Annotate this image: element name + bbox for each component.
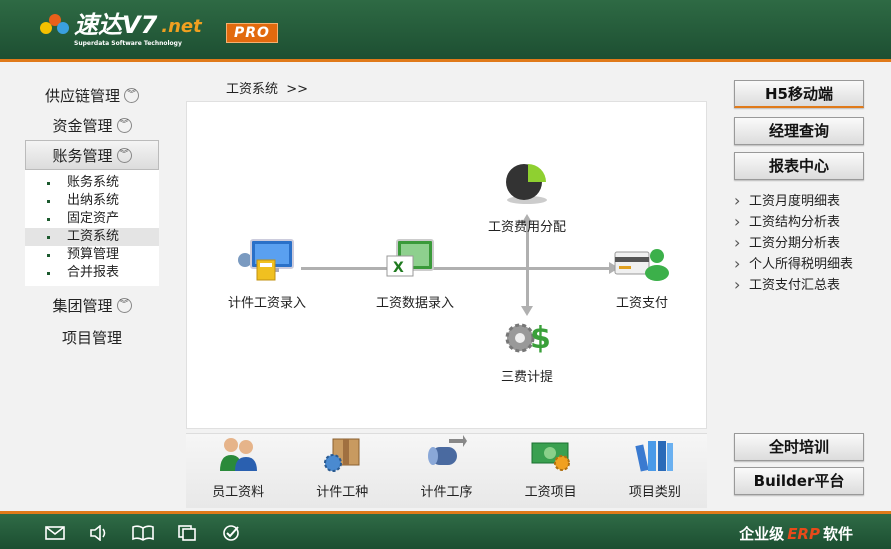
card-user-icon (614, 249, 669, 281)
h5-mobile-button[interactable]: H5移动端 (734, 80, 864, 108)
salary-payment-node[interactable]: 工资支付 (607, 242, 677, 311)
breadcrumb: 工资系统 >> (226, 82, 309, 97)
sidebar-item-label: 集团管理 (52, 296, 113, 315)
check-circle-icon[interactable] (220, 524, 242, 542)
logo-text: 速达V7 (74, 11, 158, 39)
chevron-down-icon: ︾ (124, 87, 139, 103)
sidebar-item-label: 项目管理 (61, 328, 122, 347)
mail-icon[interactable] (44, 524, 66, 542)
node-label: 工资支付 (615, 296, 668, 311)
report-list: 工资月度明细表 工资结构分析表 工资分期分析表 个人所得税明细表 工资支付汇总表 (734, 190, 853, 296)
gear-dollar-icon: $ (505, 321, 551, 356)
item-category-button[interactable]: 项目类别 (610, 435, 700, 500)
logo-net: .net (161, 16, 202, 37)
box-gear-icon (324, 438, 360, 472)
logo-subtitle: Superdata Software Technology (74, 40, 182, 47)
pipe-arrow-icon (428, 435, 468, 465)
expense-allocation-node[interactable]: 工资费用分配 (475, 160, 579, 235)
node-label: 三费计提 (500, 370, 553, 385)
sidebar-item-project[interactable]: 项目管理 (25, 322, 159, 352)
submenu-item-label: 账务系统 (67, 175, 120, 190)
chevron-down-icon: ︾ (116, 147, 132, 163)
submenu-item-label: 出纳系统 (67, 193, 120, 208)
salary-item-button[interactable]: 工资项目 (506, 435, 596, 500)
brand-prefix: 企业级 (739, 525, 785, 543)
sidebar-item-label: 供应链管理 (44, 86, 120, 105)
manager-query-button[interactable]: 经理查询 (734, 117, 864, 145)
chevron-down-icon: ︾ (116, 117, 132, 133)
accounting-submenu: 账务系统 出纳系统 固定资产 工资系统 预算管理 合并报表 (25, 170, 159, 286)
brand-suffix: 软件 (822, 525, 853, 543)
left-sidebar: 供应链管理 ︾ 资金管理 ︾ 账务管理 ︾ 账务系统 出纳系统 固定资产 工资系… (25, 80, 159, 352)
report-link-payment-summary[interactable]: 工资支付汇总表 (734, 274, 853, 296)
payroll-toolbar: 员工资料 计件工种 计件工序 工资项目 项目类别 (186, 433, 707, 508)
node-label: 工资费用分配 (487, 220, 566, 235)
report-link-monthly-detail[interactable]: 工资月度明细表 (734, 190, 853, 212)
pro-badge: PRO (226, 23, 278, 43)
footer-brand: 企业级 ERP 软件 (739, 523, 853, 544)
excel-monitor-icon: X (386, 239, 434, 277)
three-fees-node[interactable]: $ 三费计提 (483, 316, 571, 385)
report-link-period-analysis[interactable]: 工资分期分析表 (734, 232, 853, 254)
brand-logo: 速达V7 .net Superdata Software Technology (40, 11, 202, 47)
submenu-item-consolidated[interactable]: 合并报表 (25, 264, 159, 282)
brand-erp: ERP (787, 525, 820, 543)
pie-chart-icon (506, 164, 547, 204)
submenu-item-label: 固定资产 (67, 211, 120, 226)
svg-text:$: $ (530, 321, 551, 356)
money-gear-icon (531, 442, 570, 471)
submenu-item-fixed-assets[interactable]: 固定资产 (25, 210, 159, 228)
book-icon[interactable] (132, 524, 154, 542)
tool-label: 计件工序 (420, 485, 473, 500)
chevron-down-icon: ︾ (116, 297, 132, 313)
sidebar-item-label: 资金管理 (52, 116, 113, 135)
salary-data-entry-node[interactable]: X 工资数据录入 (365, 238, 465, 311)
node-label: 工资数据录入 (375, 296, 454, 311)
computer-calculator-icon (238, 239, 294, 281)
piecework-type-button[interactable]: 计件工种 (297, 435, 387, 500)
speaker-icon[interactable] (88, 524, 110, 542)
submenu-item-label: 合并报表 (67, 265, 120, 280)
app-header: 速达V7 .net Superdata Software Technology … (0, 0, 891, 62)
sidebar-item-accounting[interactable]: 账务管理 ︾ (25, 140, 159, 170)
submenu-item-budget[interactable]: 预算管理 (25, 246, 159, 264)
report-link-income-tax-detail[interactable]: 个人所得税明细表 (734, 253, 853, 275)
piecework-entry-node[interactable]: 计件工资录入 (217, 238, 317, 311)
users-icon (220, 438, 258, 471)
employee-info-button[interactable]: 员工资料 (193, 435, 283, 500)
books-icon (635, 441, 673, 472)
builder-platform-button[interactable]: Builder平台 (734, 467, 864, 495)
payroll-flow-panel: 计件工资录入 X 工资数据录入 工资费用分配 $ 三费计提 工资支付 (186, 101, 707, 429)
sidebar-item-group[interactable]: 集团管理 ︾ (25, 290, 159, 320)
submenu-item-payroll[interactable]: 工资系统 (25, 228, 159, 246)
submenu-item-accounting-system[interactable]: 账务系统 (25, 174, 159, 192)
flow-arrow-down (521, 306, 533, 316)
submenu-item-cashier[interactable]: 出纳系统 (25, 192, 159, 210)
sidebar-item-label: 账务管理 (52, 146, 113, 165)
logo-mark-icon (40, 12, 70, 40)
tool-label: 计件工种 (316, 485, 369, 500)
document-icon[interactable] (176, 524, 198, 542)
node-label: 计件工资录入 (227, 296, 306, 311)
tool-label: 员工资料 (212, 485, 265, 500)
footer-icon-bar (44, 524, 242, 542)
training-button[interactable]: 全时培训 (734, 433, 864, 461)
report-center-button[interactable]: 报表中心 (734, 152, 864, 180)
report-link-structure-analysis[interactable]: 工资结构分析表 (734, 211, 853, 233)
tool-label: 工资项目 (524, 485, 577, 500)
svg-text:X: X (393, 260, 404, 276)
sidebar-item-supply-chain[interactable]: 供应链管理 ︾ (25, 80, 159, 110)
piecework-process-button[interactable]: 计件工序 (401, 435, 491, 500)
app-footer: 企业级 ERP 软件 (0, 511, 891, 549)
tool-label: 项目类别 (628, 485, 681, 500)
submenu-item-label: 预算管理 (67, 247, 120, 262)
submenu-item-label: 工资系统 (67, 229, 120, 244)
sidebar-item-funds[interactable]: 资金管理 ︾ (25, 110, 159, 140)
